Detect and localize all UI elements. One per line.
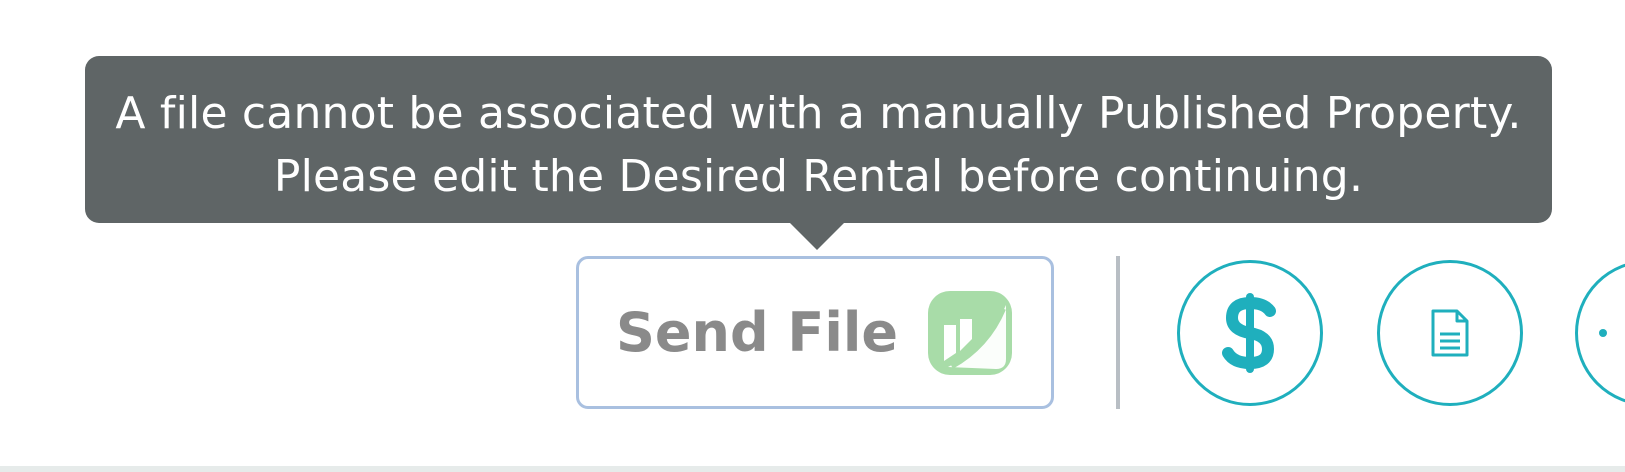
tooltip-line-2: Please edit the Desired Rental before co…: [273, 151, 1364, 202]
bottom-border: [0, 466, 1625, 472]
action-toolbar: A file cannot be associated with a manua…: [0, 0, 1625, 472]
tooltip-arrow: [789, 222, 845, 250]
send-file-label: Send File: [616, 300, 898, 364]
document-icon: [1431, 309, 1469, 357]
brand-leaf-icon: [927, 290, 1012, 375]
more-action-button[interactable]: [1575, 260, 1625, 406]
partially-visible-icon: [1599, 329, 1607, 337]
dollar-icon: [1222, 293, 1276, 373]
document-button[interactable]: [1377, 260, 1523, 406]
send-file-button[interactable]: Send File: [576, 256, 1054, 409]
disabled-reason-tooltip: A file cannot be associated with a manua…: [85, 56, 1552, 223]
tooltip-line-1: A file cannot be associated with a manua…: [115, 88, 1522, 139]
payment-button[interactable]: [1177, 260, 1323, 406]
toolbar-divider: [1116, 256, 1120, 409]
